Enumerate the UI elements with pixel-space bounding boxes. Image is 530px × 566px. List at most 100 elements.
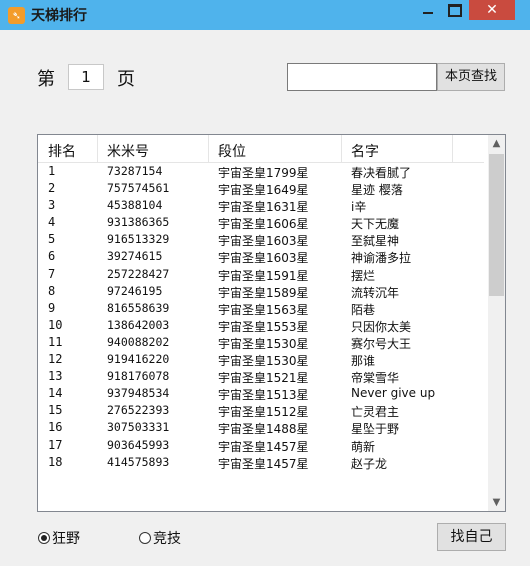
column-divider: [341, 135, 342, 162]
mode-radio-competitive[interactable]: 竞技: [139, 528, 181, 547]
table-row[interactable]: 14 937948534 宇宙圣皇1513星 Never give up: [38, 385, 484, 402]
tier-cell: 宇宙圣皇1606星: [218, 217, 309, 232]
ranking-table: 排名 米米号 段位 名字 1 73287154 宇宙圣皇1799星 春决看腻了 2 757…: [37, 134, 506, 512]
name-cell: 摆烂: [351, 268, 376, 283]
rank-cell: 7: [48, 266, 56, 281]
rank-cell: 12: [48, 352, 63, 367]
tier-cell: 宇宙圣皇1457星: [218, 439, 309, 454]
search-page-button[interactable]: 本页查找: [437, 63, 505, 91]
id-cell: 931386365: [107, 215, 170, 230]
rank-cell: 15: [48, 403, 63, 418]
name-cell: 星坠于野: [351, 422, 400, 437]
scroll-down-arrow-icon[interactable]: ▼: [488, 494, 505, 511]
page-prefix-label: 第: [37, 69, 55, 90]
table-row[interactable]: 6 39274615 宇宙圣皇1603星 神谕潘多拉: [38, 248, 484, 265]
tier-cell: 宇宙圣皇1457星: [218, 456, 309, 471]
id-cell: 937948534: [107, 386, 170, 401]
table-row[interactable]: 2 757574561 宇宙圣皇1649星 星迹 樱落: [38, 180, 484, 197]
rank-cell: 1: [48, 164, 56, 178]
table-row[interactable]: 17 903645993 宇宙圣皇1457星 萌新: [38, 437, 484, 454]
rank-cell: 10: [48, 317, 63, 332]
rank-cell: 6: [48, 249, 56, 264]
id-cell: 73287154: [107, 164, 163, 178]
header-rank[interactable]: 排名: [48, 141, 76, 161]
table-row[interactable]: 16 307503331 宇宙圣皇1488星 星坠于野: [38, 419, 484, 436]
column-divider: [97, 135, 98, 162]
app-icon: ➴: [8, 7, 25, 24]
name-cell: 赛尔号大王: [351, 336, 412, 351]
rank-cell: 17: [48, 437, 63, 452]
name-cell: Never give up: [351, 386, 436, 401]
header-id[interactable]: 米米号: [107, 141, 149, 161]
table-row[interactable]: 4 931386365 宇宙圣皇1606星 天下无魔: [38, 214, 484, 231]
table-row[interactable]: 9 816558639 宇宙圣皇1563星 陌巷: [38, 300, 484, 317]
name-cell: 星迹 樱落: [351, 183, 403, 198]
name-cell: 天下无魔: [351, 217, 400, 232]
title-bar: ➴ 天梯排行 ✕: [0, 0, 530, 30]
id-cell: 39274615: [107, 249, 163, 264]
tier-cell: 宇宙圣皇1530星: [218, 336, 309, 351]
scroll-thumb[interactable]: [489, 154, 504, 296]
name-cell: 萌新: [351, 439, 376, 454]
tier-cell: 宇宙圣皇1512星: [218, 405, 309, 420]
tier-cell: 宇宙圣皇1521星: [218, 371, 309, 386]
table-row[interactable]: 18 414575893 宇宙圣皇1457星 赵子龙: [38, 454, 484, 471]
id-cell: 307503331: [107, 420, 170, 435]
id-cell: 276522393: [107, 403, 170, 418]
table-row[interactable]: 13 918176078 宇宙圣皇1521星 帝棠雪华: [38, 368, 484, 385]
scroll-up-arrow-icon[interactable]: ▲: [488, 135, 505, 152]
rank-cell: 3: [48, 198, 56, 213]
table-row[interactable]: 11 940088202 宇宙圣皇1530星 赛尔号大王: [38, 334, 484, 351]
close-button[interactable]: ✕: [469, 0, 515, 20]
tier-cell: 宇宙圣皇1591星: [218, 268, 309, 283]
header-name[interactable]: 名字: [351, 141, 379, 161]
radio-checked-icon: [38, 532, 50, 544]
tier-cell: 宇宙圣皇1513星: [218, 388, 309, 403]
name-cell: 那谁: [351, 354, 376, 369]
vertical-scrollbar[interactable]: ▲ ▼: [488, 135, 505, 511]
id-cell: 414575893: [107, 454, 170, 469]
table-row[interactable]: 3 45388104 宇宙圣皇1631星 i辛: [38, 197, 484, 214]
name-cell: 亡灵君主: [351, 405, 400, 420]
header-tier[interactable]: 段位: [218, 141, 246, 161]
mode-radio-wild[interactable]: 狂野: [38, 528, 80, 547]
tier-cell: 宇宙圣皇1631星: [218, 200, 309, 215]
table-row[interactable]: 7 257228427 宇宙圣皇1591星 摆烂: [38, 266, 484, 283]
mode-label: 狂野: [52, 531, 80, 547]
rank-cell: 18: [48, 454, 63, 469]
tier-cell: 宇宙圣皇1603星: [218, 251, 309, 266]
rank-cell: 2: [48, 181, 56, 196]
table-row[interactable]: 8 97246195 宇宙圣皇1589星 流转沉年: [38, 283, 484, 300]
name-cell: 神谕潘多拉: [351, 251, 412, 266]
find-me-button[interactable]: 找自己: [437, 523, 506, 551]
rank-cell: 13: [48, 369, 63, 384]
column-divider: [452, 135, 453, 162]
rank-cell: 14: [48, 386, 63, 401]
table-body: 1 73287154 宇宙圣皇1799星 春决看腻了 2 757574561 宇宙圣皇164…: [38, 163, 484, 471]
table-row[interactable]: 12 919416220 宇宙圣皇1530星 那谁: [38, 351, 484, 368]
name-cell: 赵子龙: [351, 456, 388, 471]
tier-cell: 宇宙圣皇1589星: [218, 285, 309, 300]
table-row[interactable]: 1 73287154 宇宙圣皇1799星 春决看腻了: [38, 163, 484, 180]
rank-cell: 5: [48, 232, 56, 247]
name-cell: 春决看腻了: [351, 166, 412, 180]
table-row[interactable]: 5 916513329 宇宙圣皇1603星 至弑星神: [38, 231, 484, 248]
minimize-button[interactable]: [415, 0, 441, 20]
page-number-input[interactable]: 1: [68, 64, 104, 90]
name-cell: i辛: [351, 200, 367, 215]
page-suffix-label: 页: [117, 69, 135, 90]
id-cell: 757574561: [107, 181, 170, 196]
table-row[interactable]: 15 276522393 宇宙圣皇1512星 亡灵君主: [38, 402, 484, 419]
name-cell: 只因你太美: [351, 319, 412, 334]
name-cell: 陌巷: [351, 302, 376, 317]
search-input[interactable]: [287, 63, 437, 91]
table-row[interactable]: 10 138642003 宇宙圣皇1553星 只因你太美: [38, 317, 484, 334]
maximize-button[interactable]: [441, 0, 467, 20]
mode-label: 竞技: [153, 531, 181, 547]
id-cell: 903645993: [107, 437, 170, 452]
tier-cell: 宇宙圣皇1603星: [218, 234, 309, 249]
tier-cell: 宇宙圣皇1553星: [218, 319, 309, 334]
id-cell: 97246195: [107, 283, 163, 298]
id-cell: 138642003: [107, 317, 170, 332]
tier-cell: 宇宙圣皇1799星: [218, 166, 309, 180]
